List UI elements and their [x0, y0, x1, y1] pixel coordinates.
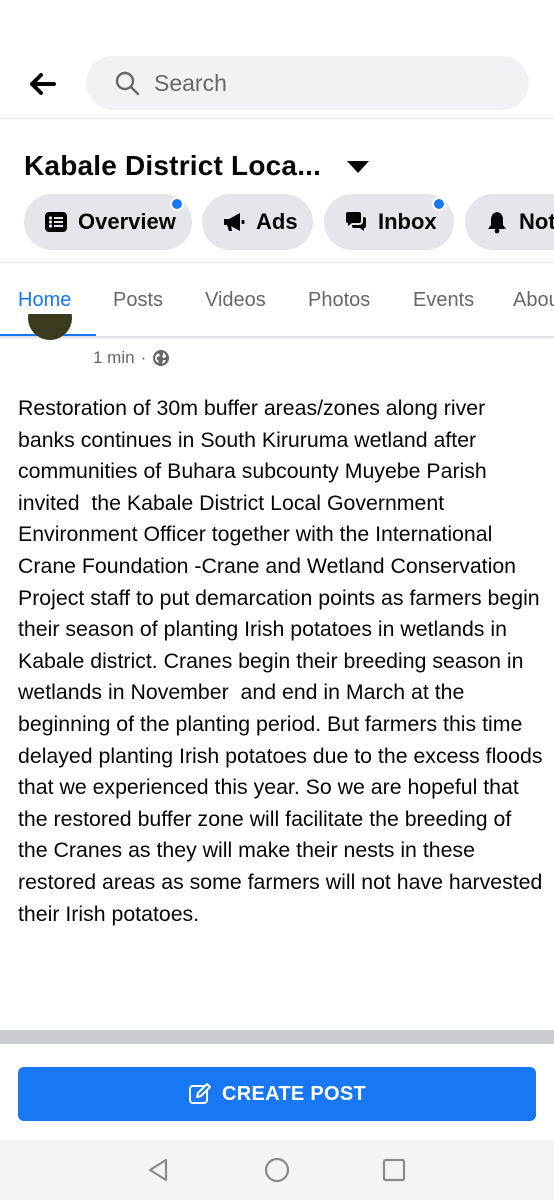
list-icon [45, 212, 67, 232]
edit-icon [188, 1083, 211, 1104]
home-circle-icon[interactable] [259, 1152, 295, 1188]
header-divider [0, 118, 554, 119]
notifications-label: Not [519, 209, 554, 234]
create-post-label: CREATE POST [221, 1082, 367, 1105]
post-body: Restoration of 30m buffer areas/zones al… [18, 396, 549, 926]
search-placeholder: Search [154, 70, 227, 96]
caret-down-icon[interactable] [345, 159, 371, 175]
notification-dot [432, 197, 446, 211]
inbox-label: Inbox [378, 209, 437, 234]
feed-separator [0, 1030, 554, 1044]
meta-separator: · [140, 348, 147, 367]
notification-dot [170, 197, 184, 211]
avatar[interactable] [28, 314, 72, 340]
notifications-button[interactable]: Not [465, 194, 554, 250]
page-actions-row: Overview Ads Inbox Not [0, 194, 554, 250]
recents-square-icon[interactable] [376, 1152, 412, 1188]
top-bar: Search [0, 0, 554, 118]
overview-label: Overview [78, 209, 176, 234]
back-triangle-icon[interactable] [140, 1152, 176, 1188]
tab-videos[interactable]: Videos [205, 289, 266, 312]
search-bar[interactable]: Search [86, 56, 529, 110]
system-nav-bar [0, 1140, 554, 1200]
search-icon [115, 71, 140, 96]
create-post-button[interactable]: CREATE POST [18, 1067, 536, 1121]
megaphone-icon [224, 213, 245, 231]
post-time[interactable]: 1 min [93, 348, 135, 368]
ads-label: Ads [256, 209, 298, 234]
post-meta: 1 min · [93, 346, 170, 370]
ads-button[interactable]: Ads [202, 194, 313, 250]
globe-icon [153, 350, 170, 366]
tab-home[interactable]: Home [18, 289, 71, 312]
page-tabs: Home Posts Videos Photos Events Abou [0, 263, 554, 339]
tabs-shadow [0, 336, 554, 340]
tab-about[interactable]: Abou [513, 289, 554, 312]
back-arrow-icon[interactable] [22, 64, 62, 104]
tab-photos[interactable]: Photos [308, 289, 370, 312]
tab-events[interactable]: Events [413, 289, 474, 312]
page-title[interactable]: Kabale District Loca... [24, 150, 321, 182]
tab-posts[interactable]: Posts [113, 289, 163, 312]
bell-icon [488, 212, 506, 234]
chat-icon [346, 212, 366, 231]
inbox-button[interactable]: Inbox [324, 194, 454, 250]
create-post-bar: CREATE POST [0, 1044, 554, 1140]
overview-button[interactable]: Overview [24, 194, 192, 250]
